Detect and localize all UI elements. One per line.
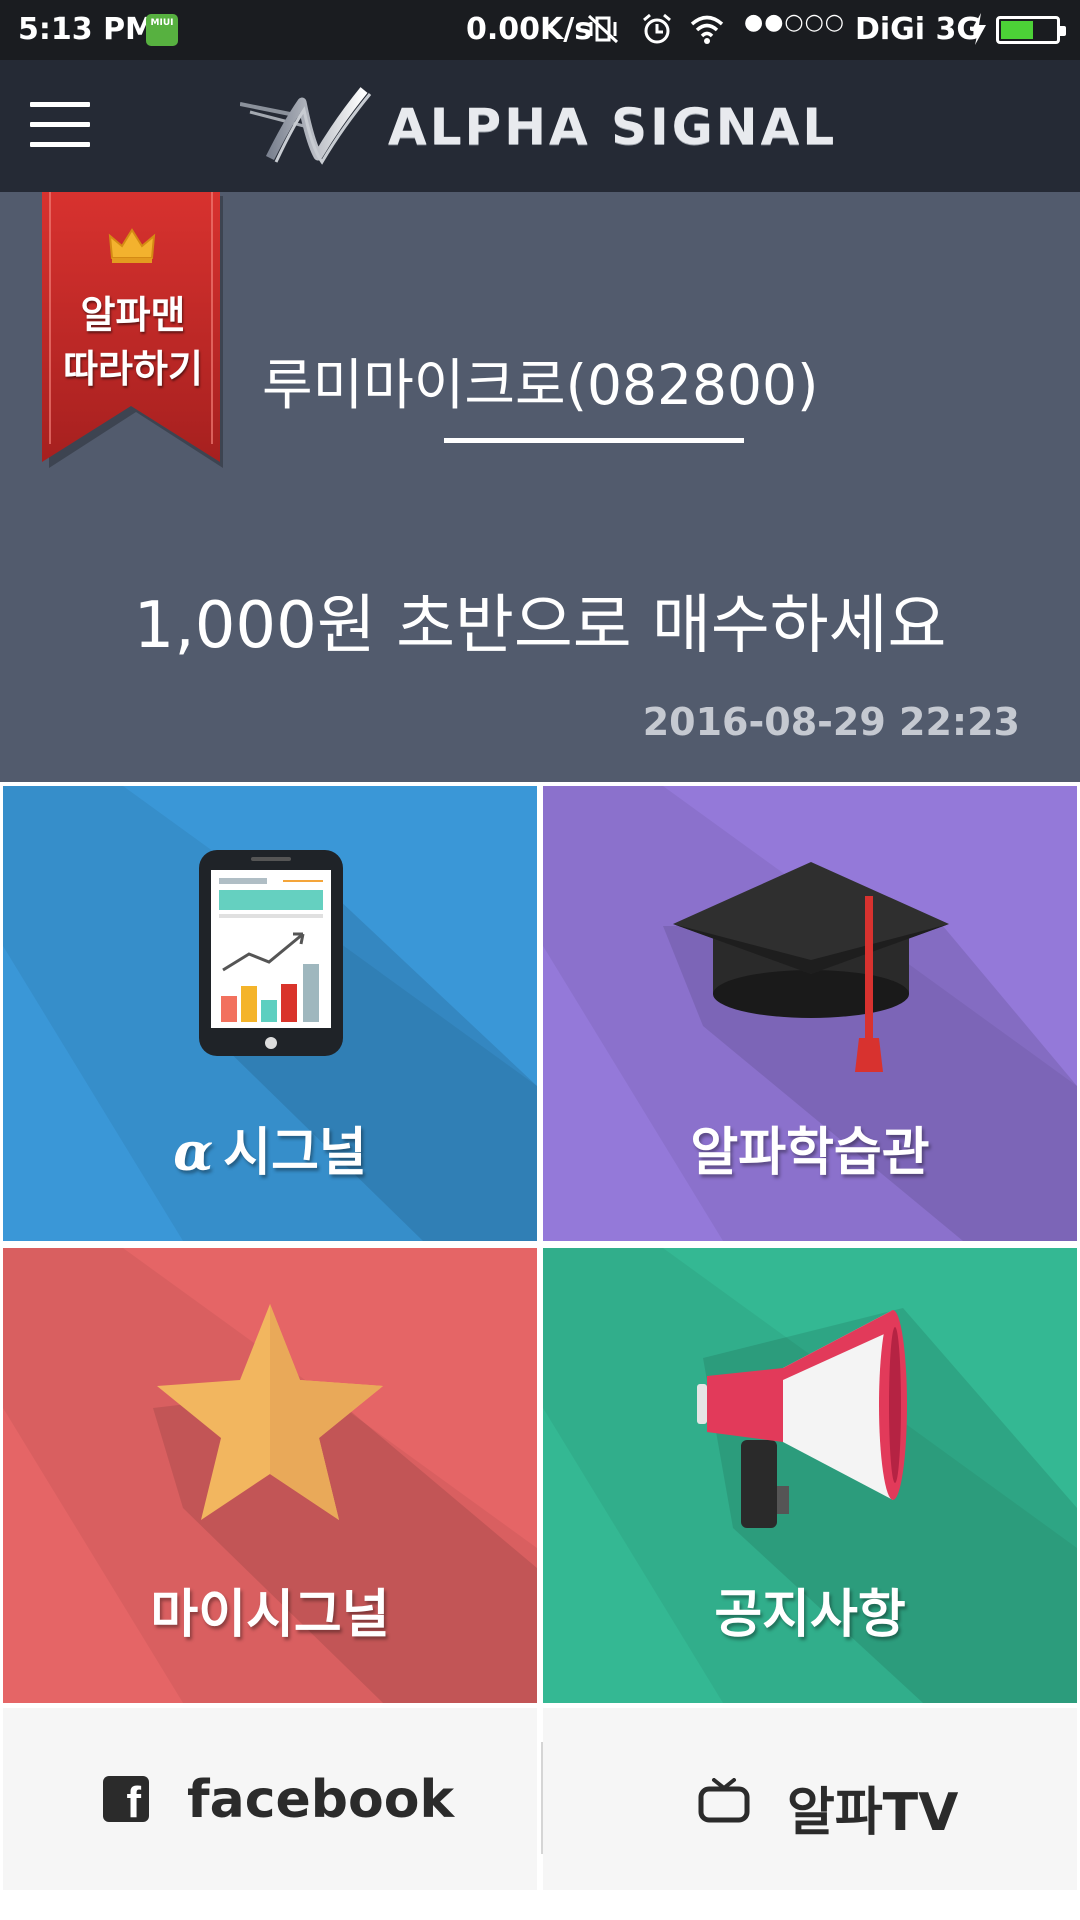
status-time: 5:13 PM	[18, 12, 155, 47]
alpha-symbol: α	[173, 1122, 214, 1183]
vibrate-off-icon	[587, 14, 619, 44]
signal-banner[interactable]: 알파맨 따라하기 루미마이크로(082800) 1,000원 초반으로 매수하세…	[0, 192, 1080, 782]
hamburger-menu-icon[interactable]	[30, 102, 90, 148]
my-signal-tile[interactable]: 마이시그널	[3, 1248, 537, 1703]
alpha-study-tile[interactable]: 알파학습관	[543, 786, 1077, 1241]
battery-icon	[996, 16, 1066, 44]
crown-icon	[108, 228, 156, 263]
tablet-chart-icon	[199, 850, 343, 1056]
app-bar: ALPHA SIGNAL	[0, 60, 1080, 192]
tile-label: α 시그널	[3, 1110, 537, 1185]
notice-tile[interactable]: 공지사항	[543, 1248, 1077, 1703]
logo-mark-icon	[240, 87, 372, 165]
alpha-signal-tile[interactable]: α 시그널	[3, 786, 537, 1241]
ribbon-label-line1: 알파맨	[80, 293, 186, 337]
status-bar: 5:13 PM MIUI 0.00K/s ●●○○○ DiGi 3G	[0, 0, 1080, 60]
facebook-button[interactable]: f facebook	[3, 1708, 537, 1890]
app-logo: ALPHA SIGNAL	[240, 82, 850, 174]
facebook-icon: f	[103, 1776, 149, 1822]
alpha-study-label: 알파학습관	[690, 1123, 930, 1183]
carrier-name: DiGi 3G	[855, 12, 982, 47]
alpha-tv-button[interactable]: 알파TV	[543, 1708, 1077, 1890]
my-signal-label: 마이시그널	[150, 1585, 390, 1645]
stock-underline	[444, 438, 744, 443]
ribbon-label: 알파맨 따라하기	[42, 288, 224, 396]
signal-strength: ●●○○○	[744, 10, 845, 35]
star-icon	[157, 1304, 383, 1520]
signal-message: 1,000원 초반으로 매수하세요	[133, 589, 947, 663]
alpha-tv-label: 알파TV	[787, 1783, 959, 1843]
miui-icon: MIUI	[146, 14, 178, 46]
wifi-icon	[690, 15, 724, 44]
stock-name[interactable]: 루미마이크로(082800)	[262, 340, 818, 420]
alarm-icon	[643, 13, 671, 44]
megaphone-icon	[697, 1310, 907, 1528]
signal-datetime: 2016-08-29 22:23	[642, 700, 1020, 744]
notice-label: 공지사항	[714, 1585, 906, 1645]
facebook-label: facebook	[187, 1770, 455, 1830]
charging-icon	[971, 13, 986, 45]
follow-alphaman-ribbon[interactable]: 알파맨 따라하기	[42, 192, 224, 472]
network-speed: 0.00K/s	[466, 12, 593, 47]
battery-level	[1001, 21, 1033, 39]
tv-icon	[698, 1778, 750, 1823]
signal-label: 시그널	[223, 1123, 367, 1183]
logo-text: ALPHA SIGNAL	[388, 98, 838, 156]
ribbon-label-line2: 따라하기	[63, 347, 203, 391]
graduation-cap-icon	[673, 862, 949, 1072]
